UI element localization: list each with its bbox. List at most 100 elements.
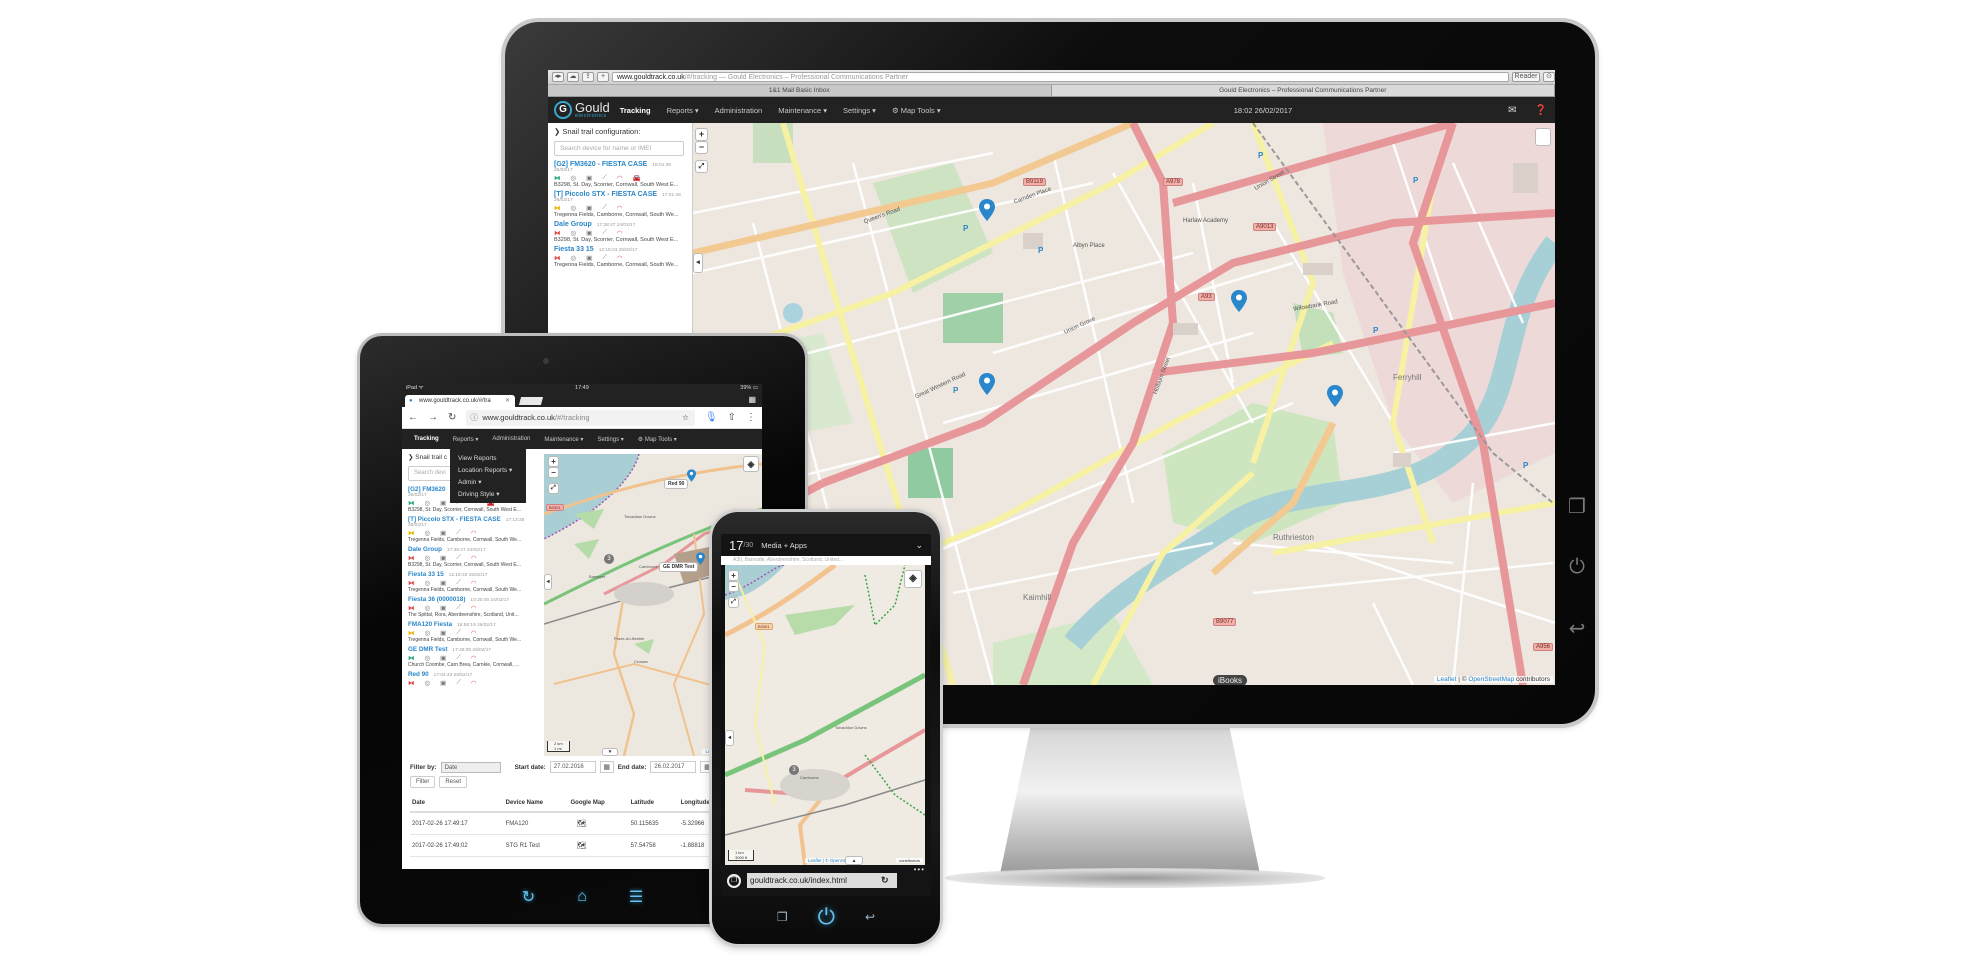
back-forward-button[interactable]: ◂▸ (552, 72, 564, 82)
tab-gould[interactable]: Gould Electronics – Professional Communi… (1051, 85, 1555, 96)
omnibox[interactable]: ⓘ www.gouldtrack.co.uk/#/tracking ☆ (466, 409, 695, 426)
leaflet-link[interactable]: Leaflet (1437, 676, 1457, 683)
speedometer-icon[interactable]: ◠ (471, 679, 477, 687)
speedometer-icon[interactable]: ◠ (617, 204, 623, 212)
locate-icon[interactable]: ◎ (571, 229, 577, 237)
column-header[interactable]: Google Map (568, 795, 629, 813)
speedometer-icon[interactable]: ◠ (471, 629, 477, 637)
expand-panel-button[interactable]: ▾ (602, 748, 618, 756)
map-icon[interactable]: ▣ (586, 254, 592, 262)
column-header[interactable]: Device Name (503, 795, 569, 813)
zoom-in-button[interactable]: + (695, 128, 708, 141)
zoom-in-button[interactable]: + (548, 456, 559, 467)
map-icon[interactable]: ▣ (586, 229, 592, 237)
speedometer-icon[interactable]: ◠ (471, 654, 477, 662)
new-tab-button[interactable] (518, 397, 544, 405)
map-icon[interactable]: ▣ (440, 499, 446, 507)
recent-apps-icon[interactable]: ❐ (1565, 495, 1589, 519)
device-name[interactable]: [T] Piccolo STX - FIESTA CASE (408, 516, 501, 523)
mail-icon[interactable]: ✉ (1508, 105, 1516, 116)
menu-item-driving-style[interactable]: Driving Style ▾ (458, 489, 518, 501)
locate-icon[interactable]: ◎ (571, 254, 577, 262)
zoom-out-button[interactable]: − (548, 467, 559, 478)
google-map-icon[interactable]: 🗺 (571, 819, 587, 828)
map-icon[interactable]: ▣ (440, 654, 446, 662)
device-name[interactable]: Fiesta 33 15 (554, 246, 594, 253)
trail-icon[interactable]: ⟋ (602, 204, 607, 212)
reload-icon[interactable]: ↻ (448, 412, 456, 423)
more-options-icon[interactable]: ••• (914, 865, 925, 874)
locate-icon[interactable]: ◎ (425, 529, 431, 537)
fullscreen-button[interactable]: ⤢ (695, 160, 708, 173)
gould-logo[interactable]: G Gould electronics (554, 101, 610, 120)
fullscreen-button[interactable]: ⤢ (728, 597, 739, 608)
speedometer-icon[interactable]: ◠ (471, 604, 477, 612)
device-name[interactable]: Fiesta 36 (0000018) (408, 596, 465, 603)
map-icon[interactable]: ▣ (440, 579, 446, 587)
device-list-item[interactable]: FMA120 Fiesta 16:58:19 26/02/17 ⧓ ◎ ▣ ⟋ ◠ Trege… (408, 621, 538, 643)
map-view[interactable]: + − ⤢ ◈ ◂ 3 B3301 Tolvaddon Downs Cambor… (725, 565, 925, 865)
device-marker[interactable] (1231, 290, 1247, 312)
map-icon[interactable]: ▣ (440, 554, 446, 562)
device-list-item[interactable]: Dale Group 17:38:47 24/02/17 ⧓ ◎ ▣ ⟋ ◠ B3298, S… (408, 546, 538, 568)
trail-icon[interactable]: ⟋ (602, 254, 607, 262)
marker-cluster[interactable]: 3 (789, 765, 799, 775)
locate-icon[interactable]: ◎ (425, 629, 431, 637)
help-icon[interactable]: ❓ (1535, 105, 1547, 116)
tab-switcher-icon[interactable]: ▦ (748, 395, 756, 404)
power-icon[interactable]: ⏻ (1565, 555, 1589, 579)
calendar-icon[interactable]: ▦ (599, 761, 614, 773)
trail-icon[interactable]: ⟋ (602, 229, 607, 237)
nav-tracking[interactable]: Tracking (620, 106, 651, 115)
collapse-sidebar-button[interactable]: ◂ (693, 253, 703, 273)
map-icon[interactable]: ▣ (440, 604, 446, 612)
filter-by-select[interactable]: Date (440, 761, 501, 773)
tabs-icon[interactable]: ❐ (727, 873, 741, 888)
zoom-out-button[interactable]: − (695, 141, 708, 154)
bookmark-star-icon[interactable]: ☆ (682, 410, 689, 426)
nav-settings[interactable]: Settings ▾ (597, 436, 623, 443)
refresh-icon[interactable]: ↻ (522, 887, 535, 907)
collapse-sidebar-button[interactable]: ◂ (544, 574, 552, 590)
snail-trail-title[interactable]: ❯ Snail trail configuration: (554, 127, 686, 136)
map-icon[interactable]: ▣ (586, 204, 592, 212)
close-tab-icon[interactable]: ✕ (505, 395, 510, 407)
recent-apps-icon[interactable]: ❐ (777, 910, 788, 924)
map-icon[interactable]: ▣ (440, 629, 446, 637)
filter-button[interactable]: Filter (410, 776, 436, 788)
device-list-item[interactable]: [G2] FM3620 - FIESTA CASE 18:01:36 26/02/1… (554, 161, 686, 188)
nav-reports[interactable]: Reports ▾ (667, 106, 699, 115)
device-list-item[interactable]: Fiesta 33 15 12:18:33 25/02/17 ⧓ ◎ ▣ ⟋ ◠ Tregen… (408, 571, 538, 593)
back-icon[interactable]: ↩ (1565, 617, 1589, 641)
menu-item-view-reports[interactable]: View Reports (458, 453, 518, 465)
layers-button[interactable] (1535, 128, 1551, 146)
trail-icon[interactable]: ⟋ (456, 554, 461, 562)
device-name[interactable]: GE DMR Test (408, 646, 447, 653)
back-icon[interactable]: ↩ (865, 910, 875, 924)
speedometer-icon[interactable]: ◠ (471, 579, 477, 587)
map-attribution[interactable]: Leaflet | © OpenSt (805, 858, 849, 863)
nav-tracking[interactable]: Tracking (414, 436, 439, 442)
device-name[interactable]: Dale Group (554, 221, 592, 228)
device-name[interactable]: Fiesta 33 15 (408, 571, 444, 578)
device-marker[interactable] (687, 469, 696, 482)
chevron-down-icon[interactable]: ⌄ (915, 540, 923, 551)
nav-maintenance[interactable]: Maintenance ▾ (778, 106, 827, 115)
forward-icon[interactable]: → (428, 412, 438, 423)
device-marker[interactable] (979, 199, 995, 221)
reset-button[interactable]: Reset (439, 776, 468, 788)
zoom-out-button[interactable]: − (728, 581, 739, 592)
speedometer-icon[interactable]: ◠ (617, 174, 623, 182)
device-marker[interactable] (979, 373, 995, 395)
trail-icon[interactable]: ⟋ (456, 679, 461, 687)
trail-icon[interactable]: ⟋ (456, 604, 461, 612)
tab-mail[interactable]: 1&1 Mail Basic Inbox (548, 85, 1052, 96)
start-date-input[interactable]: 27.02.2016 (549, 761, 596, 773)
device-name[interactable]: Dale Group (408, 546, 442, 553)
speedometer-icon[interactable]: ◠ (617, 254, 623, 262)
map-icon[interactable]: ▣ (440, 529, 446, 537)
url-field[interactable]: gouldtrack.co.uk/index.html (747, 873, 897, 888)
device-list-item[interactable]: Fiesta 36 (0000018) 10:30:49 24/02/17 ⧓ ◎ ▣ ⟋… (408, 596, 538, 618)
reload-icon[interactable]: ↻ (881, 875, 889, 886)
nav-administration[interactable]: Administration (715, 106, 763, 115)
